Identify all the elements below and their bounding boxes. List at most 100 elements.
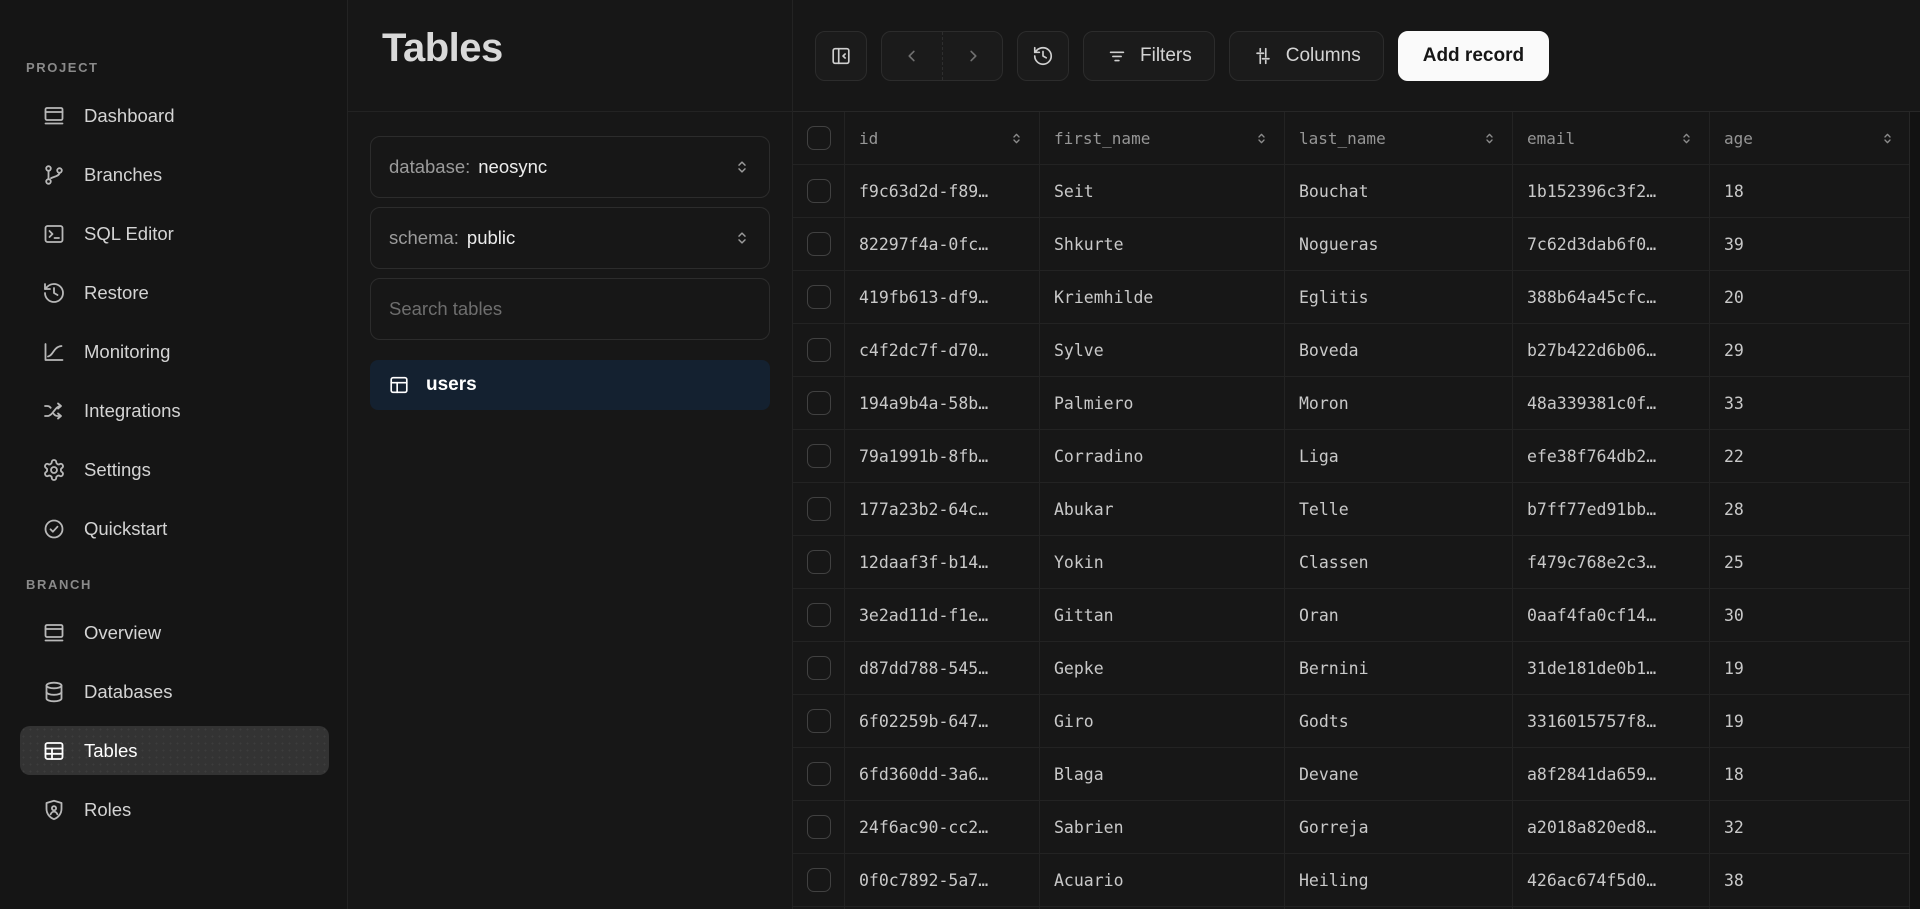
table-cell[interactable]: Eglitis: [1285, 271, 1513, 323]
table-cell[interactable]: a2018a820ed8…: [1513, 801, 1710, 853]
table-cell[interactable]: Gorreja: [1285, 801, 1513, 853]
table-cell[interactable]: f479c768e2c3…: [1513, 536, 1710, 588]
column-header-first_name[interactable]: first_name: [1040, 112, 1285, 164]
row-checkbox[interactable]: [807, 550, 831, 574]
schema-select[interactable]: schema: public: [370, 207, 770, 269]
table-cell[interactable]: Telle: [1285, 483, 1513, 535]
back-button[interactable]: [882, 32, 942, 80]
sidebar-item-branches[interactable]: Branches: [20, 150, 329, 199]
sidebar-item-settings[interactable]: Settings: [20, 445, 329, 494]
table-cell[interactable]: d87dd788-545…: [845, 642, 1040, 694]
sidebar-item-quickstart[interactable]: Quickstart: [20, 504, 329, 553]
table-cell[interactable]: Giro: [1040, 695, 1285, 747]
table-cell[interactable]: c4f2dc7f-d70…: [845, 324, 1040, 376]
row-checkbox[interactable]: [807, 815, 831, 839]
row-checkbox[interactable]: [807, 391, 831, 415]
table-cell[interactable]: Sabrien: [1040, 801, 1285, 853]
row-checkbox[interactable]: [807, 338, 831, 362]
column-header-age[interactable]: age: [1710, 112, 1910, 164]
table-cell[interactable]: Acuario: [1040, 854, 1285, 906]
table-cell[interactable]: Nogueras: [1285, 218, 1513, 270]
table-cell[interactable]: Devane: [1285, 748, 1513, 800]
row-checkbox[interactable]: [807, 709, 831, 733]
row-checkbox[interactable]: [807, 285, 831, 309]
table-cell[interactable]: Oran: [1285, 589, 1513, 641]
collapse-sidebar-button[interactable]: [815, 30, 867, 81]
table-cell[interactable]: 0aaf4fa0cf14…: [1513, 589, 1710, 641]
column-header-email[interactable]: email: [1513, 112, 1710, 164]
row-checkbox[interactable]: [807, 762, 831, 786]
row-checkbox[interactable]: [807, 497, 831, 521]
table-cell[interactable]: b27b422d6b06…: [1513, 324, 1710, 376]
table-cell[interactable]: Seit: [1040, 165, 1285, 217]
database-select[interactable]: database: neosync: [370, 136, 770, 198]
filters-button[interactable]: Filters: [1083, 30, 1215, 81]
row-checkbox[interactable]: [807, 232, 831, 256]
table-cell[interactable]: 22: [1710, 430, 1910, 482]
table-cell[interactable]: 0f0c7892-5a7…: [845, 854, 1040, 906]
table-cell[interactable]: b7ff77ed91bb…: [1513, 483, 1710, 535]
table-cell[interactable]: 19: [1710, 642, 1910, 694]
column-header-last_name[interactable]: last_name: [1285, 112, 1513, 164]
sidebar-item-monitoring[interactable]: Monitoring: [20, 327, 329, 376]
table-cell[interactable]: 79a1991b-8fb…: [845, 430, 1040, 482]
search-tables-input[interactable]: [370, 278, 770, 340]
table-cell[interactable]: Palmiero: [1040, 377, 1285, 429]
table-cell[interactable]: 30: [1710, 589, 1910, 641]
table-cell[interactable]: 29: [1710, 324, 1910, 376]
row-checkbox[interactable]: [807, 656, 831, 680]
table-cell[interactable]: efe38f764db2…: [1513, 430, 1710, 482]
table-cell[interactable]: Liga: [1285, 430, 1513, 482]
table-cell[interactable]: 3e2ad11d-f1e…: [845, 589, 1040, 641]
table-cell[interactable]: 24f6ac90-cc2…: [845, 801, 1040, 853]
table-cell[interactable]: 1b152396c3f2…: [1513, 165, 1710, 217]
columns-button[interactable]: Columns: [1228, 30, 1384, 81]
table-cell[interactable]: 31de181de0b1…: [1513, 642, 1710, 694]
table-cell[interactable]: 6f02259b-647…: [845, 695, 1040, 747]
table-cell[interactable]: Moron: [1285, 377, 1513, 429]
row-checkbox[interactable]: [807, 603, 831, 627]
table-cell[interactable]: Bouchat: [1285, 165, 1513, 217]
row-checkbox[interactable]: [807, 444, 831, 468]
table-cell[interactable]: 82297f4a-0fc…: [845, 218, 1040, 270]
table-cell[interactable]: Heiling: [1285, 854, 1513, 906]
table-cell[interactable]: f9c63d2d-f89…: [845, 165, 1040, 217]
table-cell[interactable]: Shkurte: [1040, 218, 1285, 270]
table-cell[interactable]: 48a339381c0f…: [1513, 377, 1710, 429]
table-cell[interactable]: Boveda: [1285, 324, 1513, 376]
sidebar-item-overview[interactable]: Overview: [20, 608, 329, 657]
table-cell[interactable]: 18: [1710, 165, 1910, 217]
row-checkbox[interactable]: [807, 868, 831, 892]
sidebar-item-roles[interactable]: Roles: [20, 785, 329, 834]
row-checkbox[interactable]: [807, 179, 831, 203]
table-cell[interactable]: 194a9b4a-58b…: [845, 377, 1040, 429]
table-cell[interactable]: Sylve: [1040, 324, 1285, 376]
table-cell[interactable]: Gittan: [1040, 589, 1285, 641]
table-cell[interactable]: 19: [1710, 695, 1910, 747]
table-cell[interactable]: 7c62d3dab6f0…: [1513, 218, 1710, 270]
refresh-history-button[interactable]: [1017, 30, 1069, 81]
table-cell[interactable]: 38: [1710, 854, 1910, 906]
table-cell[interactable]: Classen: [1285, 536, 1513, 588]
table-cell[interactable]: 18: [1710, 748, 1910, 800]
table-cell[interactable]: 426ac674f5d0…: [1513, 854, 1710, 906]
select-all-checkbox[interactable]: [807, 126, 831, 150]
table-list-item-users[interactable]: users: [370, 360, 770, 410]
sidebar-item-integrations[interactable]: Integrations: [20, 386, 329, 435]
sidebar-item-sql-editor[interactable]: SQL Editor: [20, 209, 329, 258]
sidebar-item-tables[interactable]: Tables: [20, 726, 329, 775]
table-cell[interactable]: Gepke: [1040, 642, 1285, 694]
table-cell[interactable]: Bernini: [1285, 642, 1513, 694]
table-cell[interactable]: 388b64a45cfc…: [1513, 271, 1710, 323]
table-cell[interactable]: 419fb613-df9…: [845, 271, 1040, 323]
table-cell[interactable]: 12daaf3f-b14…: [845, 536, 1040, 588]
add-record-button[interactable]: Add record: [1397, 30, 1550, 81]
table-cell[interactable]: Abukar: [1040, 483, 1285, 535]
table-cell[interactable]: 28: [1710, 483, 1910, 535]
sidebar-item-restore[interactable]: Restore: [20, 268, 329, 317]
table-cell[interactable]: 177a23b2-64c…: [845, 483, 1040, 535]
table-cell[interactable]: Godts: [1285, 695, 1513, 747]
column-header-id[interactable]: id: [845, 112, 1040, 164]
sidebar-item-dashboard[interactable]: Dashboard: [20, 91, 329, 140]
table-cell[interactable]: 20: [1710, 271, 1910, 323]
